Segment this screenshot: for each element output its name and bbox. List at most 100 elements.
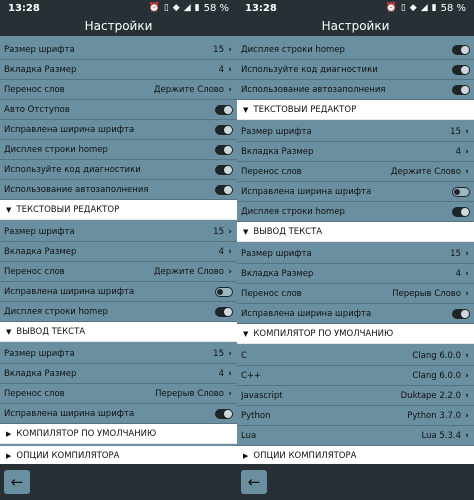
toggle-switch[interactable] (215, 164, 233, 175)
toggle-switch[interactable] (452, 44, 470, 55)
settings-row[interactable]: Дисплея строки homер (237, 40, 474, 60)
setting-label: Lua (241, 430, 257, 441)
settings-row[interactable]: Перенос слов Держите Слово › (0, 80, 237, 100)
chevron-right-icon: ▶ (243, 451, 249, 460)
section-header[interactable]: ▶ ОПЦИИ КОМПИЛЯТОРА (0, 446, 237, 466)
settings-screen-left: 13:28 ⏰ ▯ ◆ ◢ ▮ 58 % Настройки Размер шр… (0, 0, 237, 500)
toggle-switch[interactable] (452, 64, 470, 75)
setting-label: Перенос слов (241, 166, 302, 177)
settings-row[interactable]: Перенос слов Держите Слово › (0, 262, 237, 282)
section-label: КОМПИЛЯТОР ПО УМОЛЧАНИЮ (253, 328, 394, 339)
settings-row[interactable]: Вкладка Размер 4 › (237, 264, 474, 284)
settings-row[interactable]: Использование автозаполнения (237, 80, 474, 100)
settings-row[interactable]: Размер шрифта 15 › (0, 344, 237, 364)
settings-row[interactable]: Исправлена ширина шрифта (0, 120, 237, 140)
settings-row[interactable]: Javascript Duktape 2.2.0 › (237, 386, 474, 406)
toggle-switch[interactable] (452, 308, 470, 319)
settings-row[interactable]: Дисплея строки homер (237, 202, 474, 222)
setting-value: Перерыв Слово (392, 288, 461, 299)
toggle-switch[interactable] (215, 306, 233, 317)
settings-row[interactable]: Размер шрифта 15 › (237, 122, 474, 142)
settings-row[interactable]: C Clang 6.0.0 › (237, 346, 474, 366)
settings-row[interactable]: Авто Отступов (0, 100, 237, 120)
setting-label: Размер шрифта (4, 44, 75, 55)
section-label: ВЫВОД ТЕКСТА (253, 226, 323, 237)
chevron-right-icon: › (465, 126, 469, 137)
setting-label: Используйте код диагностики (4, 164, 141, 175)
setting-label: C (241, 350, 247, 361)
section-header[interactable]: ▶ КОМПИЛЯТОР ПО УМОЛЧАНИЮ (0, 424, 237, 444)
settings-row[interactable]: Перенос слов Перерыв Слово › (237, 284, 474, 304)
settings-row[interactable]: Вкладка Размер 4 › (0, 242, 237, 262)
settings-row[interactable]: Lua Lua 5.3.4 › (237, 426, 474, 446)
settings-row[interactable]: Перенос слов Держите Слово › (237, 162, 474, 182)
settings-row[interactable]: Исправлена ширина шрифта (237, 182, 474, 202)
section-header[interactable]: ▼ ТЕКСТОВЫЙ РЕДАКТОР (237, 100, 474, 120)
setting-label: C++ (241, 370, 262, 381)
chevron-right-icon: › (228, 266, 232, 277)
settings-row[interactable]: Исправлена ширина шрифта (0, 282, 237, 302)
settings-row[interactable]: Размер шрифта 15 › (0, 40, 237, 60)
toggle-switch[interactable] (452, 186, 470, 197)
vibrate-icon: ▯ (163, 2, 169, 13)
chevron-right-icon: › (228, 84, 232, 95)
toggle-switch[interactable] (215, 104, 233, 115)
chevron-right-icon: › (228, 64, 232, 75)
settings-row[interactable]: Исправлена ширина шрифта (237, 304, 474, 324)
setting-value: Держите Слово (153, 84, 224, 95)
settings-row[interactable]: Использование автозаполнения (0, 180, 237, 200)
settings-row[interactable]: Исправлена ширина шрифта (0, 404, 237, 424)
section-header[interactable]: ▶ ОПЦИИ КОМПИЛЯТОРА (237, 446, 474, 466)
toggle-switch[interactable] (215, 408, 233, 419)
setting-label: Авто Отступов (4, 104, 70, 115)
toggle-switch[interactable] (215, 286, 233, 297)
settings-row[interactable]: Python Python 3.7.0 › (237, 406, 474, 426)
status-time: 13:28 (8, 2, 40, 14)
back-button[interactable]: ← (241, 470, 267, 494)
setting-label: Размер шрифта (241, 248, 312, 259)
settings-row[interactable]: Размер шрифта 15 › (237, 244, 474, 264)
settings-row[interactable]: Вкладка Размер 4 › (237, 142, 474, 162)
settings-row[interactable]: Дисплея строки homер (0, 302, 237, 322)
settings-row[interactable]: Дисплея строки homер (0, 140, 237, 160)
setting-label: Размер шрифта (4, 226, 75, 237)
settings-row[interactable]: Используйте код диагностики (0, 160, 237, 180)
setting-label: Дисплея строки homер (4, 306, 108, 317)
toggle-switch[interactable] (215, 144, 233, 155)
status-bar: 13:28 ⏰ ▯ ◆ ◢ ▮ 58 % (0, 0, 237, 16)
battery-icon: ▮ (431, 2, 437, 13)
toggle-switch[interactable] (452, 84, 470, 95)
section-label: ТЕКСТОВЫЙ РЕДАКТОР (253, 104, 357, 115)
settings-row[interactable]: Вкладка Размер 4 › (0, 60, 237, 80)
settings-row[interactable]: Используйте код диагностики (237, 60, 474, 80)
section-header[interactable]: ▼ ТЕКСТОВЫЙ РЕДАКТОР (0, 200, 237, 220)
chevron-right-icon: › (465, 370, 469, 381)
setting-label: Исправлена ширина шрифта (241, 308, 372, 319)
chevron-right-icon: ▶ (6, 429, 12, 438)
status-icons: ⏰ ▯ ◆ ◢ ▮ 58 % (386, 3, 466, 14)
settings-row[interactable]: Перенос слов Перерыв Слово › (0, 384, 237, 404)
toggle-switch[interactable] (215, 124, 233, 135)
setting-value: Duktape 2.2.0 (400, 390, 461, 401)
alarm-icon: ⏰ (385, 2, 397, 13)
chevron-right-icon: › (465, 146, 469, 157)
section-header[interactable]: ▼ ВЫВОД ТЕКСТА (237, 222, 474, 242)
setting-label: Исправлена ширина шрифта (4, 286, 135, 297)
setting-label: Используйте код диагностики (241, 64, 378, 75)
settings-screen-right: 13:28 ⏰ ▯ ◆ ◢ ▮ 58 % Настройки Дисплея с… (237, 0, 474, 500)
toggle-switch[interactable] (452, 206, 470, 217)
chevron-right-icon: › (465, 390, 469, 401)
wifi-icon: ◆ (172, 2, 180, 13)
section-header[interactable]: ▼ КОМПИЛЯТОР ПО УМОЛЧАНИЮ (237, 324, 474, 344)
arrow-left-icon: ← (247, 473, 261, 491)
section-header[interactable]: ▼ ВЫВОД ТЕКСТА (0, 322, 237, 342)
back-button[interactable]: ← (4, 470, 30, 494)
status-bar: 13:28 ⏰ ▯ ◆ ◢ ▮ 58 % (237, 0, 474, 16)
settings-row[interactable]: Вкладка Размер 4 › (0, 364, 237, 384)
chevron-right-icon: › (228, 348, 232, 359)
chevron-right-icon: › (465, 350, 469, 361)
settings-row[interactable]: C++ Clang 6.0.0 › (237, 366, 474, 386)
chevron-right-icon: › (465, 248, 469, 259)
toggle-switch[interactable] (215, 184, 233, 195)
settings-row[interactable]: Размер шрифта 15 › (0, 222, 237, 242)
